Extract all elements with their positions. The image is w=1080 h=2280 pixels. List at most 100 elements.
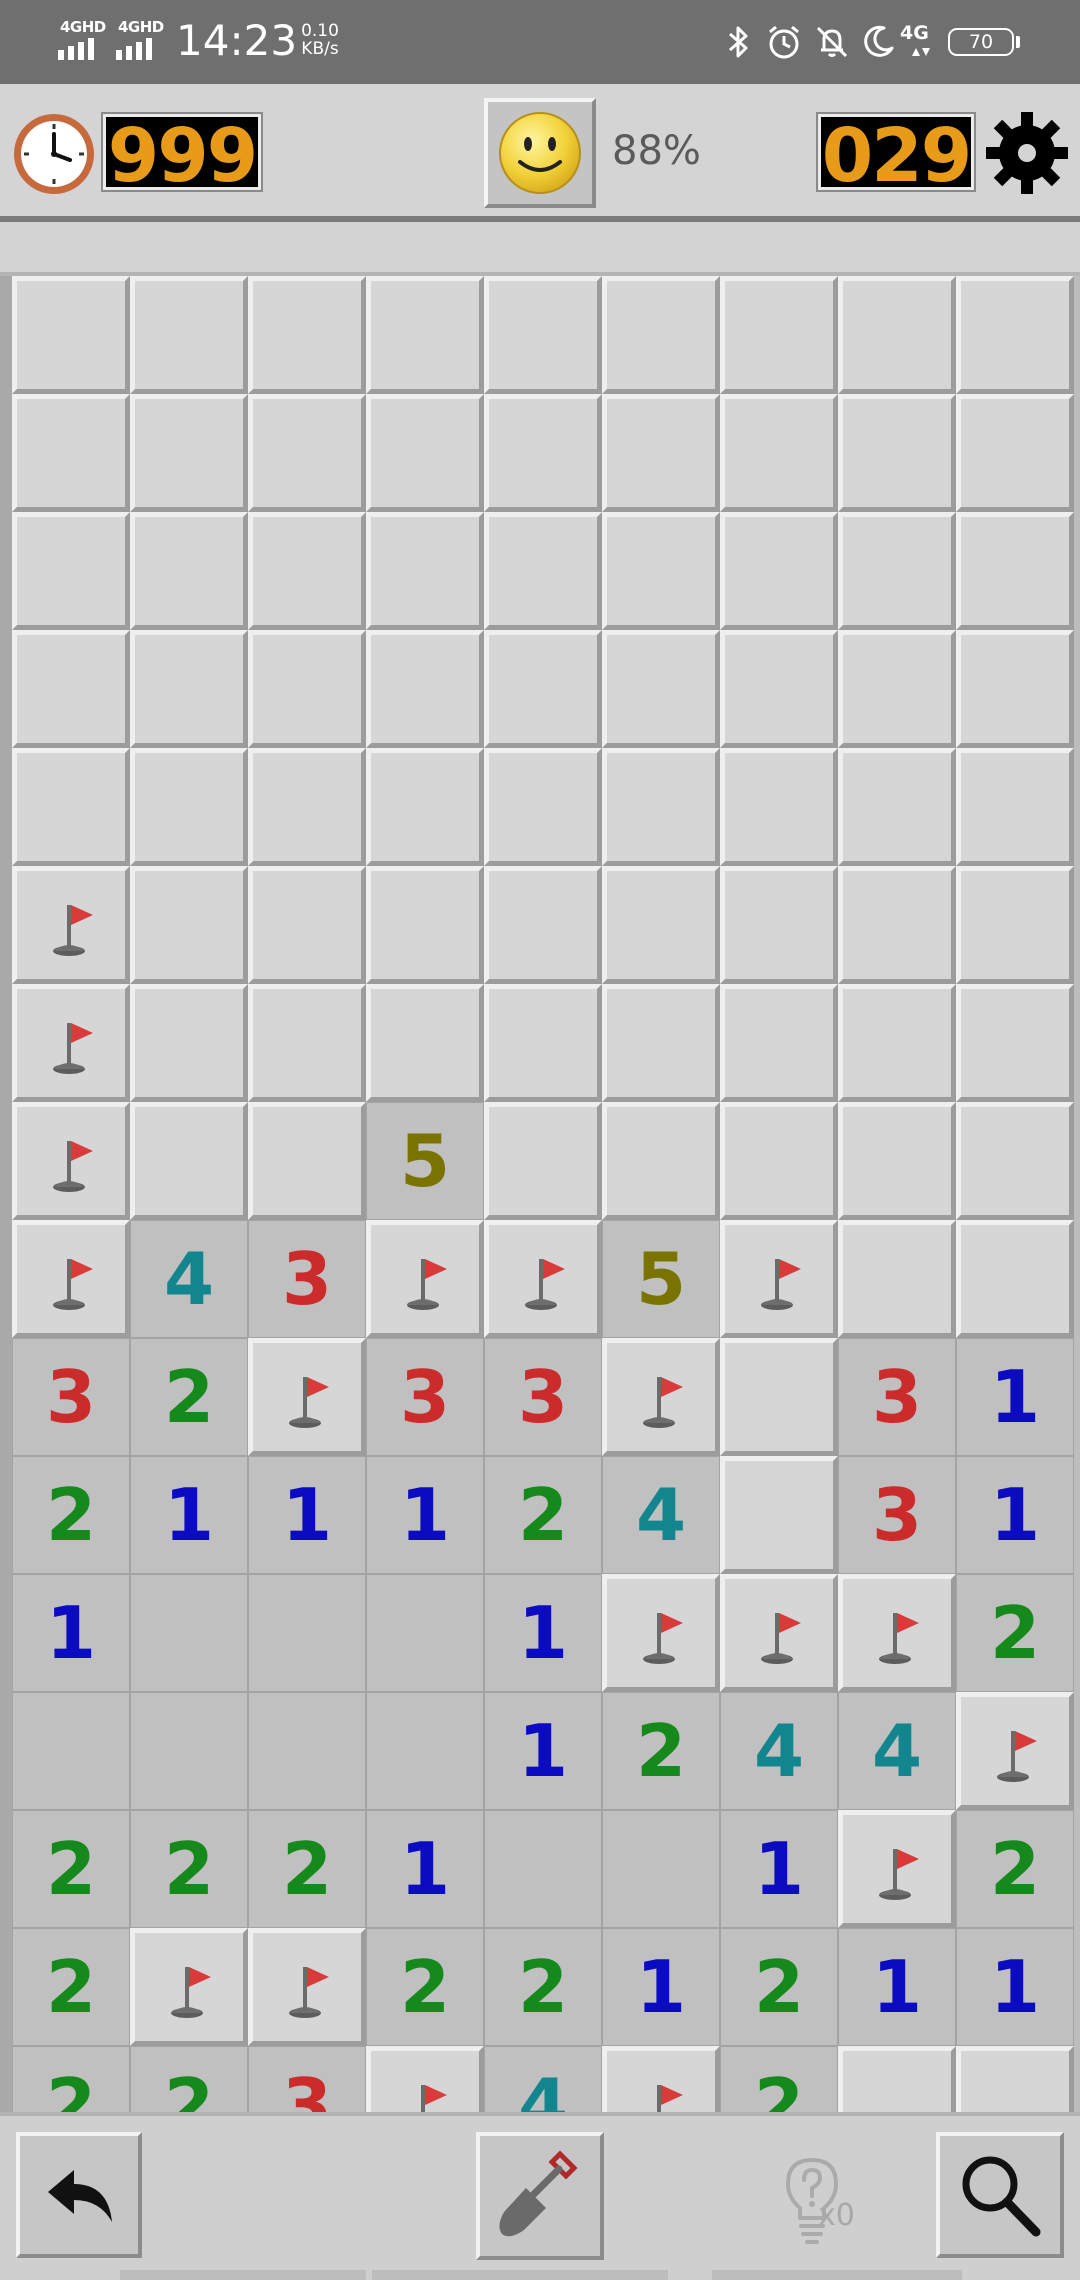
- covered-cell[interactable]: [366, 630, 484, 748]
- covered-cell[interactable]: [838, 1102, 956, 1220]
- covered-cell[interactable]: [366, 984, 484, 1102]
- flagged-cell[interactable]: [130, 1928, 248, 2046]
- flagged-cell[interactable]: [838, 1574, 956, 1692]
- covered-cell[interactable]: [602, 1102, 720, 1220]
- number-cell[interactable]: 1: [484, 1574, 602, 1692]
- covered-cell[interactable]: [248, 1102, 366, 1220]
- number-cell[interactable]: 2: [720, 2046, 838, 2112]
- covered-cell[interactable]: [602, 866, 720, 984]
- covered-cell[interactable]: [838, 2046, 956, 2112]
- dig-mode-button[interactable]: [476, 2132, 604, 2260]
- flagged-cell[interactable]: [956, 1692, 1074, 1810]
- covered-cell[interactable]: [130, 276, 248, 394]
- covered-cell[interactable]: [838, 630, 956, 748]
- covered-cell[interactable]: [248, 866, 366, 984]
- number-cell[interactable]: 2: [956, 1574, 1074, 1692]
- covered-cell[interactable]: [838, 1220, 956, 1338]
- number-cell[interactable]: 1: [130, 1456, 248, 1574]
- flagged-cell[interactable]: [12, 866, 130, 984]
- covered-cell[interactable]: [12, 512, 130, 630]
- number-cell[interactable]: 1: [366, 1810, 484, 1928]
- covered-cell[interactable]: [720, 748, 838, 866]
- flagged-cell[interactable]: [248, 1928, 366, 2046]
- number-cell[interactable]: 3: [12, 1338, 130, 1456]
- covered-cell[interactable]: [602, 748, 720, 866]
- covered-cell[interactable]: [366, 512, 484, 630]
- covered-cell[interactable]: [130, 748, 248, 866]
- flagged-cell[interactable]: [366, 2046, 484, 2112]
- number-cell[interactable]: 1: [838, 1928, 956, 2046]
- covered-cell[interactable]: [12, 276, 130, 394]
- number-cell[interactable]: 3: [248, 2046, 366, 2112]
- number-cell[interactable]: 2: [12, 1456, 130, 1574]
- empty-cell[interactable]: [366, 1692, 484, 1810]
- covered-cell[interactable]: [602, 276, 720, 394]
- number-cell[interactable]: 1: [956, 1338, 1074, 1456]
- flagged-cell[interactable]: [12, 1102, 130, 1220]
- covered-cell[interactable]: [838, 512, 956, 630]
- number-cell[interactable]: 5: [366, 1102, 484, 1220]
- covered-cell[interactable]: [484, 1102, 602, 1220]
- number-cell[interactable]: 2: [602, 1692, 720, 1810]
- number-cell[interactable]: 2: [130, 1810, 248, 1928]
- covered-cell[interactable]: [838, 748, 956, 866]
- empty-cell[interactable]: [12, 1692, 130, 1810]
- covered-cell[interactable]: [838, 984, 956, 1102]
- covered-cell[interactable]: [130, 984, 248, 1102]
- number-cell[interactable]: 1: [956, 1456, 1074, 1574]
- covered-cell[interactable]: [720, 1456, 838, 1574]
- new-game-face-button[interactable]: [484, 98, 596, 208]
- covered-cell[interactable]: [484, 866, 602, 984]
- covered-cell[interactable]: [248, 748, 366, 866]
- covered-cell[interactable]: [838, 866, 956, 984]
- covered-cell[interactable]: [366, 748, 484, 866]
- flagged-cell[interactable]: [484, 1220, 602, 1338]
- covered-cell[interactable]: [602, 512, 720, 630]
- covered-cell[interactable]: [366, 394, 484, 512]
- covered-cell[interactable]: [248, 984, 366, 1102]
- number-cell[interactable]: 2: [720, 1928, 838, 2046]
- flagged-cell[interactable]: [602, 1338, 720, 1456]
- number-cell[interactable]: 2: [366, 1928, 484, 2046]
- covered-cell[interactable]: [956, 512, 1074, 630]
- covered-cell[interactable]: [720, 276, 838, 394]
- covered-cell[interactable]: [484, 748, 602, 866]
- number-cell[interactable]: 1: [248, 1456, 366, 1574]
- covered-cell[interactable]: [956, 1220, 1074, 1338]
- covered-cell[interactable]: [484, 630, 602, 748]
- covered-cell[interactable]: [602, 984, 720, 1102]
- flagged-cell[interactable]: [602, 1574, 720, 1692]
- flagged-cell[interactable]: [720, 1220, 838, 1338]
- number-cell[interactable]: 2: [130, 1338, 248, 1456]
- covered-cell[interactable]: [484, 512, 602, 630]
- covered-cell[interactable]: [484, 394, 602, 512]
- covered-cell[interactable]: [12, 748, 130, 866]
- flagged-cell[interactable]: [838, 1810, 956, 1928]
- covered-cell[interactable]: [956, 2046, 1074, 2112]
- covered-cell[interactable]: [130, 630, 248, 748]
- empty-cell[interactable]: [366, 1574, 484, 1692]
- number-cell[interactable]: 4: [838, 1692, 956, 1810]
- empty-cell[interactable]: [602, 1810, 720, 1928]
- number-cell[interactable]: 2: [12, 1928, 130, 2046]
- covered-cell[interactable]: [130, 394, 248, 512]
- covered-cell[interactable]: [956, 1102, 1074, 1220]
- covered-cell[interactable]: [956, 276, 1074, 394]
- covered-cell[interactable]: [720, 1102, 838, 1220]
- number-cell[interactable]: 1: [602, 1928, 720, 2046]
- minefield-viewport[interactable]: 5435323331211124311121244222112222121122…: [0, 276, 1080, 2112]
- number-cell[interactable]: 2: [248, 1810, 366, 1928]
- covered-cell[interactable]: [130, 1102, 248, 1220]
- flagged-cell[interactable]: [366, 1220, 484, 1338]
- covered-cell[interactable]: [248, 512, 366, 630]
- covered-cell[interactable]: [720, 866, 838, 984]
- covered-cell[interactable]: [484, 984, 602, 1102]
- empty-cell[interactable]: [248, 1692, 366, 1810]
- number-cell[interactable]: 3: [248, 1220, 366, 1338]
- empty-cell[interactable]: [130, 1574, 248, 1692]
- number-cell[interactable]: 1: [12, 1574, 130, 1692]
- number-cell[interactable]: 3: [366, 1338, 484, 1456]
- covered-cell[interactable]: [248, 394, 366, 512]
- number-cell[interactable]: 2: [484, 1928, 602, 2046]
- number-cell[interactable]: 2: [956, 1810, 1074, 1928]
